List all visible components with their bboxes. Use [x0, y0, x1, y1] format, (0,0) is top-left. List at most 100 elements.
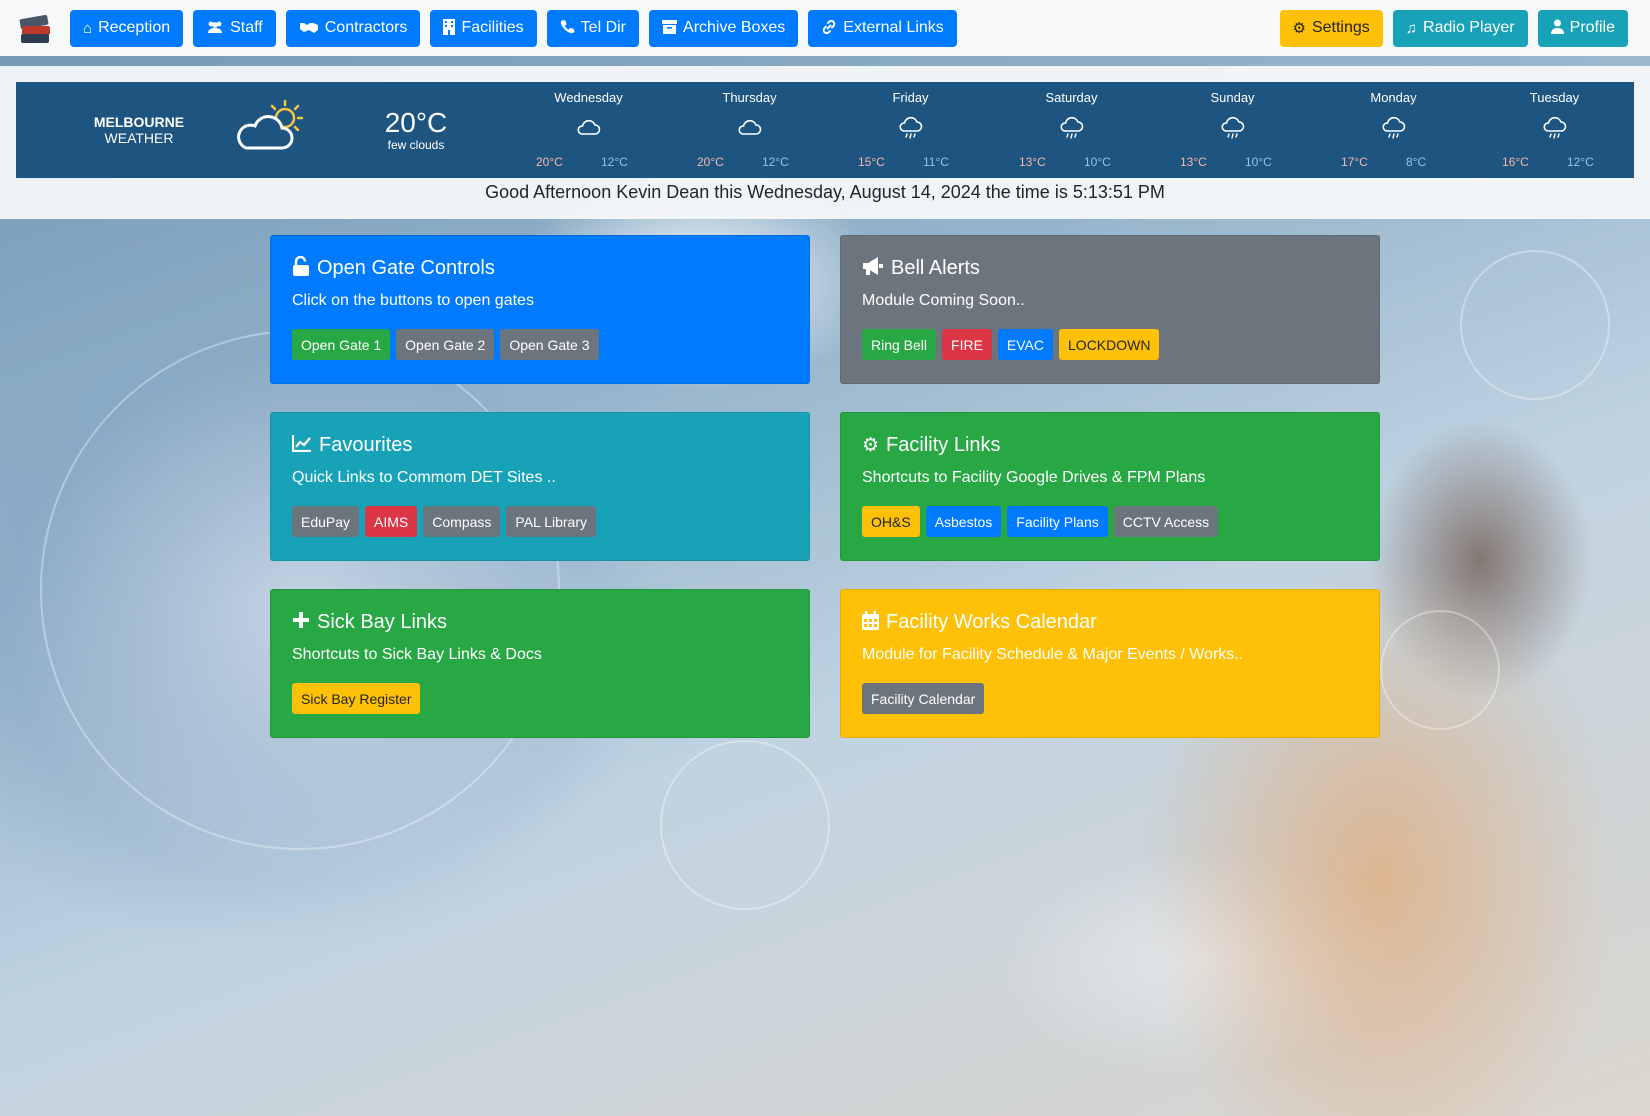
ohs-button[interactable]: OH&S	[862, 506, 920, 537]
rain-cloud-icon	[1542, 115, 1568, 141]
forecast-high: 20°C	[536, 155, 563, 169]
home-icon: ⌂	[83, 19, 93, 37]
cogs-icon: ⚙	[1292, 19, 1306, 37]
nav-staff-label: Staff	[230, 19, 263, 36]
card-buttons: Facility Calendar	[862, 683, 1358, 714]
navbar: ⌂ Reception Staff Contractors Facilities…	[0, 0, 1650, 56]
forecast-low: 12°C	[762, 155, 789, 169]
archive-icon	[662, 19, 678, 37]
forecast-low: 11°C	[923, 155, 949, 169]
ring-bell-button[interactable]: Ring Bell	[862, 329, 937, 360]
lockdown-button[interactable]: LOCKDOWN	[1059, 329, 1160, 360]
phone-icon	[560, 19, 575, 37]
asbestos-button[interactable]: Asbestos	[925, 506, 1002, 537]
card-text: Click on the buttons to open gates	[292, 292, 534, 309]
greeting-text: Good Afternoon Kevin Dean this Wednesday…	[485, 182, 1165, 202]
books-logo-icon[interactable]	[18, 11, 52, 45]
forecast-day-name: Monday	[1370, 90, 1417, 105]
music-icon: ♫	[1405, 19, 1418, 37]
settings-button[interactable]: ⚙ Settings	[1279, 9, 1383, 47]
card-title: Facility Works Calendar	[862, 610, 1358, 634]
card-facility-works-calendar: Facility Works Calendar Module for Facil…	[840, 589, 1380, 738]
evac-button[interactable]: EVAC	[997, 329, 1054, 360]
open-gate-1-button[interactable]: Open Gate 1	[292, 329, 391, 360]
forecast-day: Tuesday 16°C 12°C	[1474, 82, 1635, 178]
link-icon	[821, 19, 837, 38]
open-gate-3-button[interactable]: Open Gate 3	[500, 329, 599, 360]
header-panel: MELBOURNE WEATHER 20°C few clouds Wednes…	[0, 66, 1650, 219]
profile-button[interactable]: Profile	[1537, 9, 1628, 47]
nav-reception-button[interactable]: ⌂ Reception	[70, 9, 184, 47]
forecast-list: Wednesday 20°C 12°C Thursday 20°C 12°C F…	[508, 82, 1635, 178]
forecast-day: Wednesday 20°C 12°C	[508, 82, 669, 178]
rain-cloud-icon	[1381, 115, 1407, 141]
compass-button[interactable]: Compass	[423, 506, 501, 537]
cloud-icon	[737, 115, 763, 141]
nav-contractors-button[interactable]: Contractors	[285, 9, 421, 47]
card-favourites: Favourites Quick Links to Commom DET Sit…	[270, 412, 810, 561]
forecast-day: Sunday 13°C 10°C	[1152, 82, 1313, 178]
nav-facilities-label: Facilities	[461, 19, 524, 36]
card-text: Module for Facility Schedule & Major Eve…	[862, 646, 1244, 663]
chart-line-icon	[291, 434, 312, 456]
cloud-icon	[576, 115, 602, 141]
forecast-day: Thursday 20°C 12°C	[669, 82, 830, 178]
current-weather: 20°C few clouds	[366, 108, 466, 153]
radio-player-button[interactable]: ♫ Radio Player	[1392, 9, 1528, 47]
forecast-day: Saturday 13°C 10°C	[991, 82, 1152, 178]
card-buttons: Open Gate 1 Open Gate 2 Open Gate 3	[292, 329, 788, 360]
card-sick-bay-links: Sick Bay Links Shortcuts to Sick Bay Lin…	[270, 589, 810, 738]
card-open-gate-controls: Open Gate Controls Click on the buttons …	[270, 235, 810, 384]
forecast-day: Friday 15°C 11°C	[830, 82, 991, 178]
nav-external-links-button[interactable]: External Links	[808, 9, 957, 47]
users-icon	[206, 20, 224, 37]
pal-library-button[interactable]: PAL Library	[506, 506, 597, 537]
card-title-text: Sick Bay Links	[317, 610, 448, 633]
card-title-text: Facility Links	[886, 433, 1001, 456]
forecast-day-name: Sunday	[1210, 90, 1255, 105]
card-facility-links: ⚙ Facility Links Shortcuts to Facility G…	[840, 412, 1380, 561]
edupay-button[interactable]: EduPay	[292, 506, 360, 537]
forecast-low: 10°C	[1245, 155, 1272, 169]
handshake-icon	[299, 20, 319, 37]
card-buttons: Sick Bay Register	[292, 683, 788, 714]
cog-icon: ⚙	[862, 434, 880, 456]
forecast-low: 8°C	[1406, 155, 1427, 169]
forecast-day-name: Wednesday	[554, 90, 623, 105]
forecast-day-name: Tuesday	[1529, 90, 1580, 105]
card-title-text: Facility Works Calendar	[886, 610, 1097, 633]
nav-tel-dir-button[interactable]: Tel Dir	[546, 9, 640, 47]
profile-label: Profile	[1569, 19, 1615, 36]
card-title: Open Gate Controls	[292, 255, 788, 280]
sick-bay-register-button[interactable]: Sick Bay Register	[292, 683, 421, 714]
forecast-high: 13°C	[1019, 155, 1046, 169]
aims-button[interactable]: AIMS	[365, 506, 418, 537]
forecast-high: 15°C	[858, 155, 885, 169]
settings-label: Settings	[1311, 19, 1370, 36]
nav-staff-button[interactable]: Staff	[193, 9, 276, 47]
card-text: Shortcuts to Facility Google Drives & FP…	[862, 469, 1206, 486]
weather-label: WEATHER	[104, 130, 174, 146]
weather-widget: MELBOURNE WEATHER 20°C few clouds Wednes…	[16, 82, 1634, 178]
nav-external-links-label: External Links	[843, 19, 944, 36]
weather-city: MELBOURNE	[93, 114, 185, 130]
nav-contractors-label: Contractors	[324, 19, 408, 36]
forecast-high: 20°C	[697, 155, 724, 169]
nav-facilities-button[interactable]: Facilities	[430, 9, 537, 47]
card-title-text: Favourites	[319, 433, 413, 456]
card-buttons: EduPay AIMS Compass PAL Library	[292, 506, 788, 537]
facility-plans-button[interactable]: Facility Plans	[1007, 506, 1108, 537]
fire-button[interactable]: FIRE	[942, 329, 992, 360]
nav-archive-boxes-button[interactable]: Archive Boxes	[649, 9, 799, 47]
card-buttons: Ring Bell FIRE EVAC LOCKDOWN	[862, 329, 1358, 360]
cctv-access-button[interactable]: CCTV Access	[1113, 506, 1219, 537]
plus-icon	[292, 611, 310, 633]
open-gate-2-button[interactable]: Open Gate 2	[396, 329, 495, 360]
nav-reception-label: Reception	[98, 19, 171, 36]
current-desc: few clouds	[387, 138, 445, 152]
forecast-day-name: Friday	[892, 90, 929, 105]
user-icon	[1550, 19, 1564, 37]
facility-calendar-button[interactable]: Facility Calendar	[862, 683, 985, 714]
partly-cloudy-icon	[232, 96, 312, 156]
forecast-day-name: Saturday	[1045, 90, 1098, 105]
